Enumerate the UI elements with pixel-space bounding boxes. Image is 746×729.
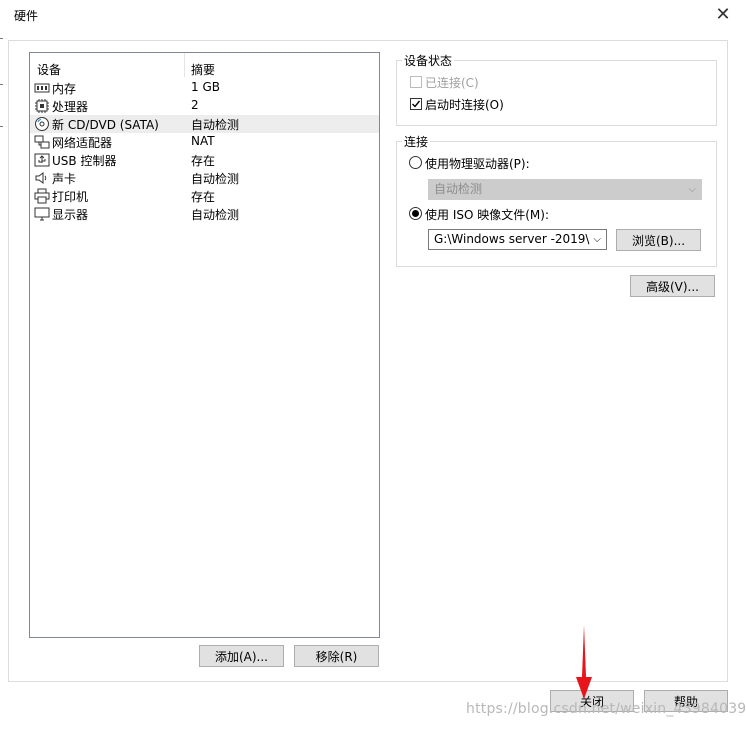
device-name: 打印机 xyxy=(52,190,89,204)
device-name: 内存 xyxy=(52,82,77,96)
device-name: 新 CD/DVD (SATA) xyxy=(52,118,159,132)
background-window-edge xyxy=(0,36,4,716)
device-row-usb-controller[interactable]: USB 控制器 存在 xyxy=(30,151,379,169)
device-list[interactable]: 设备 摘要 内存 1 GB 处理器 2 新 CD/DVD (SATA) 自动检测 xyxy=(29,52,380,638)
device-status-title: 设备状态 xyxy=(402,52,455,69)
device-summary: 存在 xyxy=(191,154,216,168)
memory-icon xyxy=(34,83,50,93)
device-summary: 自动检测 xyxy=(191,208,240,222)
device-row-cd-dvd[interactable]: 新 CD/DVD (SATA) 自动检测 xyxy=(30,115,379,133)
cpu-icon xyxy=(35,99,49,113)
window-title: 硬件 xyxy=(14,9,39,23)
title-bar: 硬件 ✕ xyxy=(0,0,746,30)
usb-icon xyxy=(34,153,50,167)
remove-device-button[interactable]: 移除(R) xyxy=(294,645,379,667)
physical-drive-value: 自动检测 xyxy=(434,182,483,196)
device-row-processor[interactable]: 处理器 2 xyxy=(30,97,379,115)
physical-drive-label: 使用物理驱动器(P): xyxy=(425,157,530,171)
add-device-button[interactable]: 添加(A)... xyxy=(199,645,284,667)
device-name: 显示器 xyxy=(52,208,89,222)
connected-label: 已连接(C) xyxy=(425,76,479,90)
device-row-display[interactable]: 显示器 自动检测 xyxy=(30,205,379,223)
device-row-printer[interactable]: 打印机 存在 xyxy=(30,187,379,205)
advanced-button[interactable]: 高级(V)... xyxy=(630,275,715,297)
device-row-memory[interactable]: 内存 1 GB xyxy=(30,79,379,97)
device-summary: 1 GB xyxy=(191,80,220,94)
iso-path-select[interactable]: G:\Windows server -2019\1 ⌵ xyxy=(428,229,607,250)
close-icon[interactable]: ✕ xyxy=(712,4,734,26)
radio-selected-dot xyxy=(412,210,419,217)
connect-at-power-on-checkbox[interactable] xyxy=(410,98,422,110)
device-name: 处理器 xyxy=(52,100,89,114)
iso-image-label: 使用 ISO 映像文件(M): xyxy=(425,208,549,222)
printer-icon xyxy=(34,188,50,204)
chevron-down-icon: ⌵ xyxy=(590,230,601,249)
iso-path-value: G:\Windows server -2019\1 xyxy=(434,232,598,246)
device-name: 网络适配器 xyxy=(52,136,113,150)
network-adapter-icon xyxy=(34,135,50,149)
column-header-device[interactable]: 设备 xyxy=(37,61,61,78)
device-summary: NAT xyxy=(191,134,215,148)
cd-dvd-icon xyxy=(35,117,49,131)
speaker-icon xyxy=(35,172,47,184)
device-row-sound-card[interactable]: 声卡 自动检测 xyxy=(30,169,379,187)
browse-button[interactable]: 浏览(B)... xyxy=(616,229,701,251)
watermark-text: https://blog.csdn.net/weixin_43984039 xyxy=(466,701,746,717)
device-list-header: 设备 摘要 xyxy=(30,53,379,77)
device-summary: 自动检测 xyxy=(191,118,240,132)
physical-drive-radio[interactable] xyxy=(409,156,422,169)
checkmark-icon xyxy=(412,100,421,108)
iso-image-radio[interactable] xyxy=(409,207,422,220)
device-summary: 存在 xyxy=(191,190,216,204)
device-name: USB 控制器 xyxy=(52,154,117,168)
physical-drive-select[interactable]: 自动检测 ⌵ xyxy=(428,179,702,200)
connected-checkbox[interactable] xyxy=(410,76,422,88)
connection-title: 连接 xyxy=(402,133,431,150)
column-divider[interactable] xyxy=(184,53,185,77)
device-status-group xyxy=(396,60,717,126)
column-header-summary[interactable]: 摘要 xyxy=(191,61,215,78)
chevron-down-icon: ⌵ xyxy=(688,184,696,195)
device-summary: 自动检测 xyxy=(191,172,240,186)
monitor-icon xyxy=(34,207,50,221)
device-row-network-adapter[interactable]: 网络适配器 NAT xyxy=(30,133,379,151)
red-arrow-annotation xyxy=(576,625,592,699)
device-name: 声卡 xyxy=(52,172,77,186)
device-summary: 2 xyxy=(191,98,199,112)
connect-at-power-on-label: 启动时连接(O) xyxy=(425,98,504,112)
